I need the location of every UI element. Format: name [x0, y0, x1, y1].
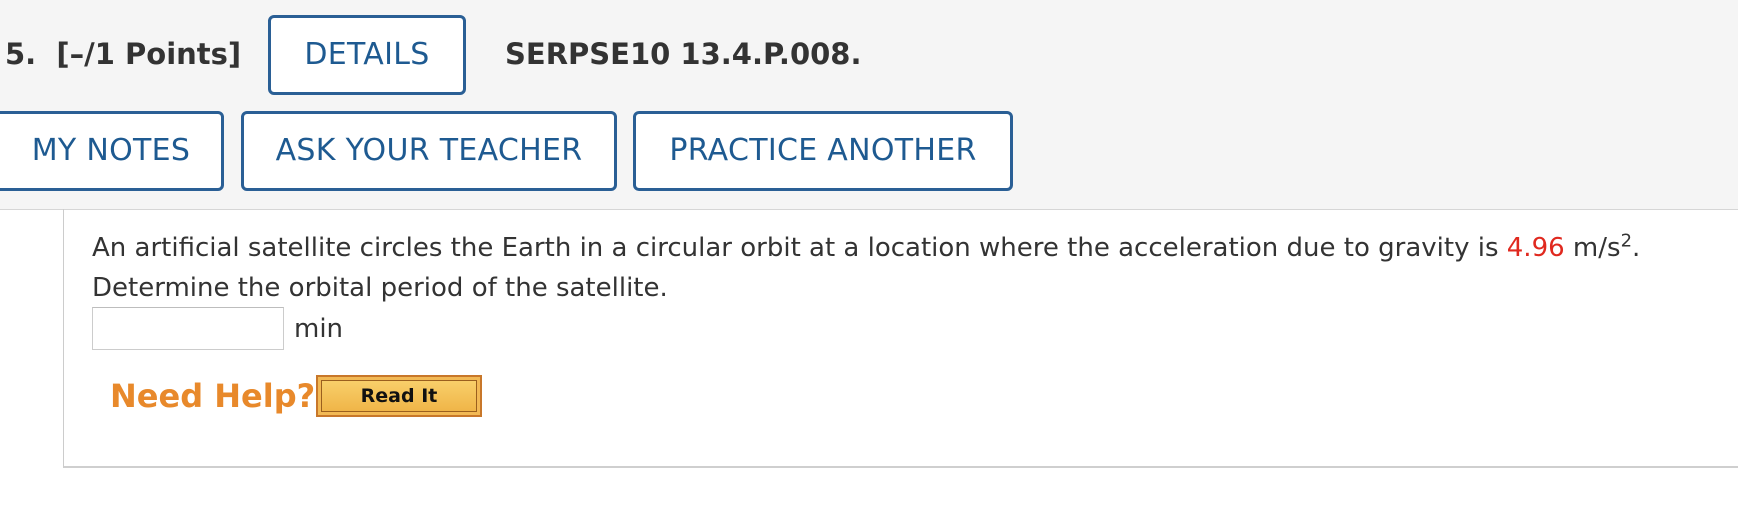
problem-text-end: .: [1632, 233, 1641, 263]
ask-teacher-button[interactable]: ASK YOUR TEACHER: [241, 111, 617, 191]
unit-base: m/s: [1564, 233, 1621, 263]
question-number-text: 5.: [5, 37, 37, 71]
unit-exponent: 2: [1620, 230, 1633, 252]
my-notes-button[interactable]: MY NOTES: [0, 111, 224, 191]
answer-input[interactable]: [92, 307, 284, 350]
read-it-label: Read It: [321, 380, 477, 412]
question-number: 5. [–/1 Points]: [5, 34, 241, 74]
practice-another-button[interactable]: PRACTICE ANOTHER: [633, 111, 1013, 191]
read-it-button[interactable]: Read It: [316, 375, 482, 417]
question-header: 5. [–/1 Points] DETAILS SERPSE10 13.4.P.…: [0, 0, 1738, 210]
problem-text-start: An artificial satellite circles the Eart…: [92, 233, 1507, 263]
question-code: SERPSE10 13.4.P.008.: [505, 37, 862, 71]
need-help-label: Need Help?: [110, 377, 316, 415]
problem-question: Determine the orbital period of the sate…: [92, 273, 668, 303]
question-points: [–/1 Points]: [56, 37, 242, 71]
details-button[interactable]: DETAILS: [268, 15, 466, 95]
problem-text: An artificial satellite circles the Eart…: [92, 228, 1712, 308]
answer-unit: min: [294, 314, 344, 344]
given-value: 4.96: [1506, 233, 1565, 263]
